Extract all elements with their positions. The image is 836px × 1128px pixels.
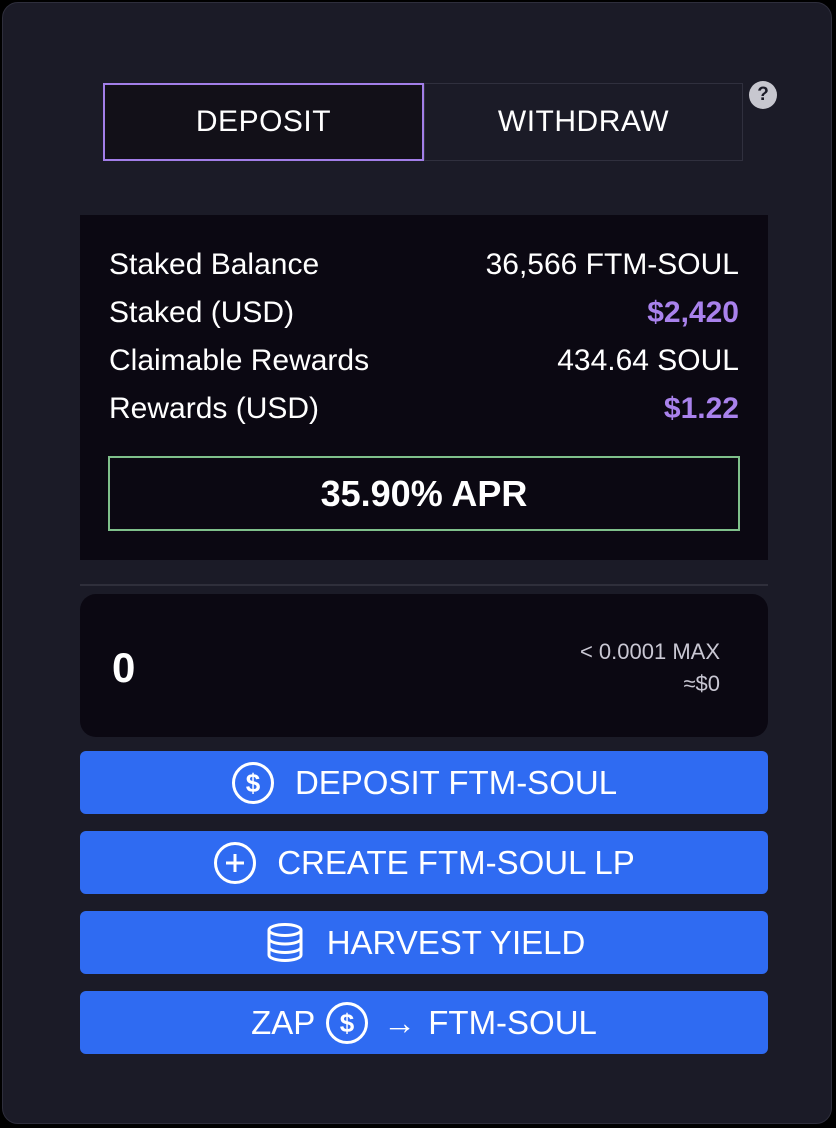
- zap-label: ZAP: [251, 1003, 316, 1041]
- tab-withdraw[interactable]: WITHDRAW: [424, 83, 743, 161]
- zap-button[interactable]: ZAP $ → FTM-SOUL: [80, 991, 768, 1054]
- balance-info: < 0.0001 MAX ≈$0: [580, 636, 720, 700]
- claimable-rewards-label: Claimable Rewards: [109, 344, 370, 377]
- claimable-rewards-value: 434.64 SOUL: [557, 344, 739, 377]
- claimable-rewards-row: Claimable Rewards 434.64 SOUL: [109, 337, 739, 385]
- create-lp-button[interactable]: CREATE FTM-SOUL LP: [80, 831, 768, 894]
- amount-box: < 0.0001 MAX ≈$0: [80, 594, 768, 737]
- amount-input[interactable]: [110, 632, 394, 704]
- rewards-usd-row: Rewards (USD) $1.22: [109, 385, 739, 433]
- usd-estimate: ≈$0: [683, 671, 720, 696]
- dollar-circle-icon: $: [325, 1001, 369, 1045]
- staked-balance-value: 36,566 FTM-SOUL: [485, 248, 739, 281]
- max-button[interactable]: MAX: [672, 639, 720, 664]
- rewards-usd-value: $1.22: [663, 392, 739, 425]
- staked-balance-row: Staked Balance 36,566 FTM-SOUL: [109, 241, 739, 289]
- staked-usd-value: $2,420: [647, 296, 739, 329]
- tab-deposit[interactable]: DEPOSIT: [103, 83, 424, 161]
- create-lp-button-label: CREATE FTM-SOUL LP: [277, 843, 635, 881]
- deposit-button-label: DEPOSIT FTM-SOUL: [294, 763, 618, 801]
- apr-badge: 35.90% APR: [108, 456, 740, 531]
- staked-usd-row: Staked (USD) $2,420: [109, 289, 739, 337]
- help-icon[interactable]: ?: [749, 81, 777, 109]
- tab-bar: DEPOSIT WITHDRAW: [103, 83, 743, 161]
- svg-text:$: $: [340, 1008, 355, 1038]
- zap-target-label: FTM-SOUL: [428, 1003, 597, 1041]
- svg-text:$: $: [246, 768, 261, 798]
- harvest-button-label: HARVEST YIELD: [326, 923, 586, 961]
- dollar-circle-icon: $: [231, 761, 275, 805]
- staked-usd-label: Staked (USD): [109, 296, 295, 329]
- staked-balance-label: Staked Balance: [109, 248, 320, 281]
- stats-card: Staked Balance 36,566 FTM-SOUL Staked (U…: [80, 215, 768, 560]
- arrow-right-icon: →: [383, 1003, 417, 1041]
- deposit-button[interactable]: $ DEPOSIT FTM-SOUL: [80, 751, 768, 814]
- coin-stack-icon: [263, 921, 307, 965]
- harvest-button[interactable]: HARVEST YIELD: [80, 911, 768, 974]
- divider: [80, 584, 768, 586]
- rewards-usd-label: Rewards (USD): [109, 392, 320, 425]
- staking-panel: DEPOSIT WITHDRAW ? Staked Balance 36,566…: [2, 2, 832, 1124]
- available-balance: < 0.0001: [579, 639, 667, 664]
- plus-circle-icon: [213, 841, 257, 885]
